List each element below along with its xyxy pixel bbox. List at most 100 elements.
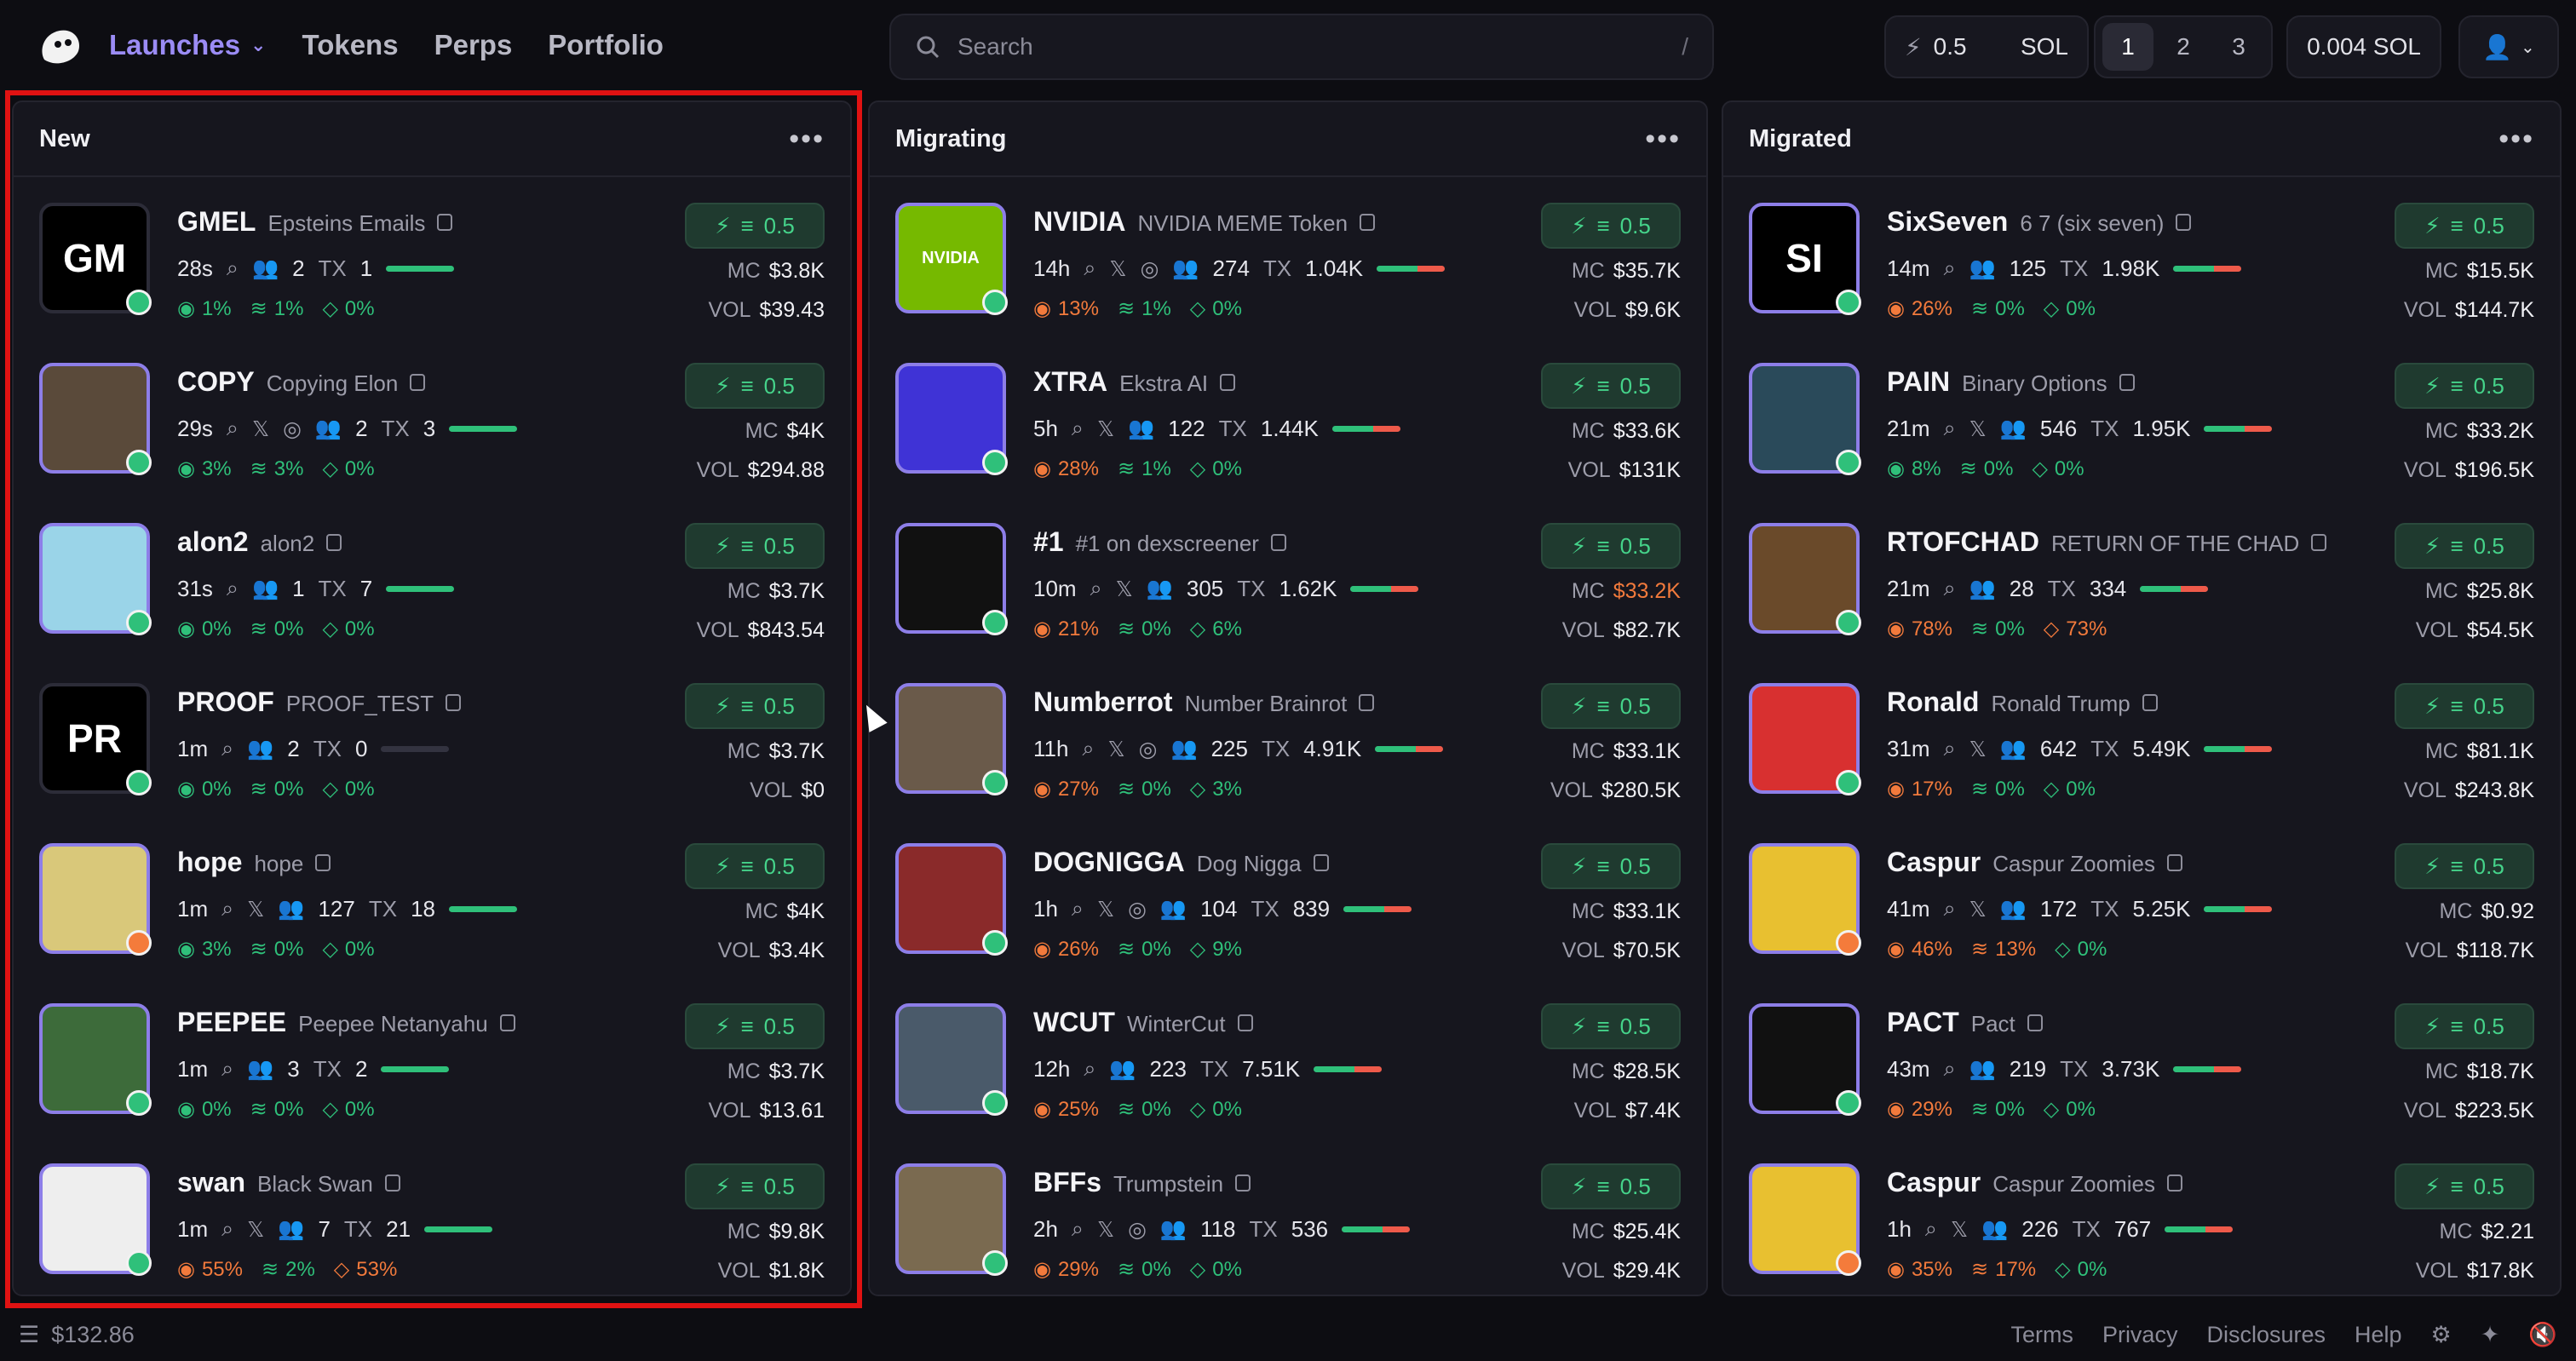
token-row[interactable]: alon2 alon2 31s ⌕ 👥 1 TX 7 ◉ 0% ≋ 0% ◇ 0… <box>14 497 850 658</box>
quick-buy-button[interactable]: ⚡ ≡ 0.5 <box>685 203 825 249</box>
x-twitter-icon[interactable]: 𝕏 <box>1107 737 1124 762</box>
preset-2[interactable]: 2 <box>2158 23 2209 71</box>
copy-icon[interactable] <box>437 214 453 231</box>
token-row[interactable]: DOGNIGGA Dog Nigga 1h ⌕ 𝕏 ◎ 👥 104 TX 839… <box>870 818 1706 978</box>
quick-buy-button[interactable]: ⚡ ≡ 0.5 <box>685 843 825 889</box>
search-icon[interactable]: ⌕ <box>227 577 239 601</box>
quick-buy-button[interactable]: ⚡ ≡ 0.5 <box>1541 843 1681 889</box>
search-icon[interactable]: ⌕ <box>221 1057 233 1082</box>
app-logo-icon[interactable] <box>37 26 83 68</box>
search-icon[interactable]: ⌕ <box>1944 737 1956 761</box>
search-icon[interactable]: ⌕ <box>1072 416 1084 441</box>
token-row[interactable]: PACT Pact 43m ⌕ 👥 219 TX 3.73K ◉ 29% ≋ 0% <box>1723 978 2560 1138</box>
gear-icon[interactable]: ⚙ <box>2431 1322 2452 1348</box>
search-input[interactable]: Search / <box>889 14 1714 80</box>
account-menu[interactable]: 👤 ⌄ <box>2458 15 2559 78</box>
privacy-link[interactable]: Privacy <box>2102 1322 2178 1348</box>
token-row[interactable]: NVIDIA NVIDIA NVIDIA MEME Token 14h ⌕ 𝕏 … <box>870 177 1706 337</box>
copy-icon[interactable] <box>2311 534 2327 551</box>
terms-link[interactable]: Terms <box>2010 1322 2073 1348</box>
token-ticker[interactable]: PROOF <box>177 686 274 718</box>
mute-icon[interactable]: 🔇 <box>2528 1321 2557 1348</box>
search-icon[interactable]: ⌕ <box>221 897 233 922</box>
token-ticker[interactable]: Caspur <box>1887 1167 1981 1198</box>
quick-buy-button[interactable]: ⚡ ≡ 0.5 <box>1541 1003 1681 1049</box>
wallet-balance[interactable]: 0.004 SOL <box>2286 15 2441 78</box>
token-row[interactable]: Caspur Caspur Zoomies 41m ⌕ 𝕏 👥 172 TX 5… <box>1723 818 2560 978</box>
token-ticker[interactable]: DOGNIGGA <box>1033 847 1185 878</box>
search-icon[interactable]: ⌕ <box>1084 1057 1095 1082</box>
copy-icon[interactable] <box>326 534 342 551</box>
x-twitter-icon[interactable]: 𝕏 <box>1109 256 1126 282</box>
token-ticker[interactable]: NVIDIA <box>1033 206 1125 238</box>
search-icon[interactable]: ⌕ <box>1072 1217 1084 1242</box>
more-icon[interactable]: ••• <box>2498 123 2534 156</box>
search-icon[interactable]: ⌕ <box>1925 1217 1937 1242</box>
quick-buy-button[interactable]: ⚡ ≡ 0.5 <box>1541 683 1681 729</box>
token-ticker[interactable]: #1 <box>1033 526 1064 558</box>
copy-icon[interactable] <box>315 854 331 871</box>
token-ticker[interactable]: WCUT <box>1033 1007 1115 1038</box>
token-ticker[interactable]: GMEL <box>177 206 256 238</box>
copy-icon[interactable] <box>2166 854 2182 871</box>
copy-icon[interactable] <box>1360 214 1376 231</box>
x-twitter-icon[interactable]: 𝕏 <box>247 1217 264 1243</box>
quick-buy-button[interactable]: ⚡ ≡ 0.5 <box>2395 683 2534 729</box>
token-ticker[interactable]: SixSeven <box>1887 206 2008 238</box>
x-twitter-icon[interactable]: 𝕏 <box>1116 577 1133 602</box>
search-icon[interactable]: ⌕ <box>1944 256 1956 281</box>
copy-icon[interactable] <box>2027 1014 2043 1031</box>
nav-perps[interactable]: Perps <box>434 29 513 61</box>
disclosures-link[interactable]: Disclosures <box>2206 1322 2326 1348</box>
token-row[interactable]: SI SixSeven 6 7 (six seven) 14m ⌕ 👥 125 … <box>1723 177 2560 337</box>
token-row[interactable]: XTRA Ekstra AI 5h ⌕ 𝕏 👥 122 TX 1.44K ◉ 28… <box>870 337 1706 497</box>
quick-buy-button[interactable]: ⚡ ≡ 0.5 <box>2395 363 2534 409</box>
token-ticker[interactable]: PACT <box>1887 1007 1959 1038</box>
x-twitter-icon[interactable]: 𝕏 <box>1969 897 1987 922</box>
search-icon[interactable]: ⌕ <box>227 256 239 281</box>
x-twitter-icon[interactable]: 𝕏 <box>247 897 264 922</box>
x-twitter-icon[interactable]: 𝕏 <box>1097 1217 1114 1243</box>
preset-1[interactable]: 1 <box>2102 23 2153 71</box>
help-link[interactable]: Help <box>2355 1322 2402 1348</box>
globe-icon[interactable]: ◎ <box>1128 897 1147 922</box>
x-twitter-icon[interactable]: 𝕏 <box>1097 416 1114 442</box>
token-ticker[interactable]: PAIN <box>1887 366 1950 398</box>
token-ticker[interactable]: Ronald <box>1887 686 1979 718</box>
token-row[interactable]: BFFs Trumpstein 2h ⌕ 𝕏 ◎ 👥 118 TX 536 ◉ 2… <box>870 1138 1706 1295</box>
globe-icon[interactable]: ◎ <box>1128 1217 1147 1243</box>
token-row[interactable]: PEEPEE Peepee Netanyahu 1m ⌕ 👥 3 TX 2 ◉ 0… <box>14 978 850 1138</box>
token-row[interactable]: swan Black Swan 1m ⌕ 𝕏 👥 7 TX 21 ◉ 55% ≋ 2… <box>14 1138 850 1295</box>
search-icon[interactable]: ⌕ <box>1072 897 1084 922</box>
copy-icon[interactable] <box>446 694 462 711</box>
token-ticker[interactable]: hope <box>177 847 242 878</box>
nav-tokens[interactable]: Tokens <box>302 29 398 61</box>
search-icon[interactable]: ⌕ <box>1082 737 1094 761</box>
x-twitter-icon[interactable]: 𝕏 <box>1969 416 1987 442</box>
copy-icon[interactable] <box>2119 374 2135 391</box>
token-ticker[interactable]: alon2 <box>177 526 249 558</box>
preset-3[interactable]: 3 <box>2213 23 2264 71</box>
nav-portfolio[interactable]: Portfolio <box>548 29 664 61</box>
quick-buy-button[interactable]: ⚡ ≡ 0.5 <box>1541 523 1681 569</box>
search-icon[interactable]: ⌕ <box>1944 577 1956 601</box>
token-ticker[interactable]: RTOFCHAD <box>1887 526 2039 558</box>
token-row[interactable]: RTOFCHAD RETURN OF THE CHAD 21m ⌕ 👥 28 T… <box>1723 497 2560 658</box>
x-twitter-icon[interactable]: 𝕏 <box>1969 737 1987 762</box>
more-icon[interactable]: ••• <box>1645 123 1681 156</box>
search-icon[interactable]: ⌕ <box>1944 897 1956 922</box>
search-icon[interactable]: ⌕ <box>221 1217 233 1242</box>
copy-icon[interactable] <box>2142 694 2158 711</box>
x-twitter-icon[interactable]: 𝕏 <box>1097 897 1114 922</box>
search-icon[interactable]: ⌕ <box>1090 577 1102 601</box>
token-row[interactable]: COPY Copying Elon 29s ⌕ 𝕏 ◎ 👥 2 TX 3 ◉ 3%… <box>14 337 850 497</box>
copy-icon[interactable] <box>499 1014 515 1031</box>
token-row[interactable]: GM GMEL Epsteins Emails 28s ⌕ 👥 2 TX 1 ◉… <box>14 177 850 337</box>
copy-icon[interactable] <box>1313 854 1329 871</box>
token-ticker[interactable]: XTRA <box>1033 366 1107 398</box>
x-twitter-icon[interactable]: 𝕏 <box>1951 1217 1968 1243</box>
quick-buy-amount[interactable]: ⚡ 0.5 SOL <box>1884 15 2089 78</box>
token-row[interactable]: WCUT WinterCut 12h ⌕ 👥 223 TX 7.51K ◉ 25%… <box>870 978 1706 1138</box>
sparkle-icon[interactable]: ✦ <box>2481 1322 2500 1348</box>
copy-icon[interactable] <box>1237 1014 1253 1031</box>
